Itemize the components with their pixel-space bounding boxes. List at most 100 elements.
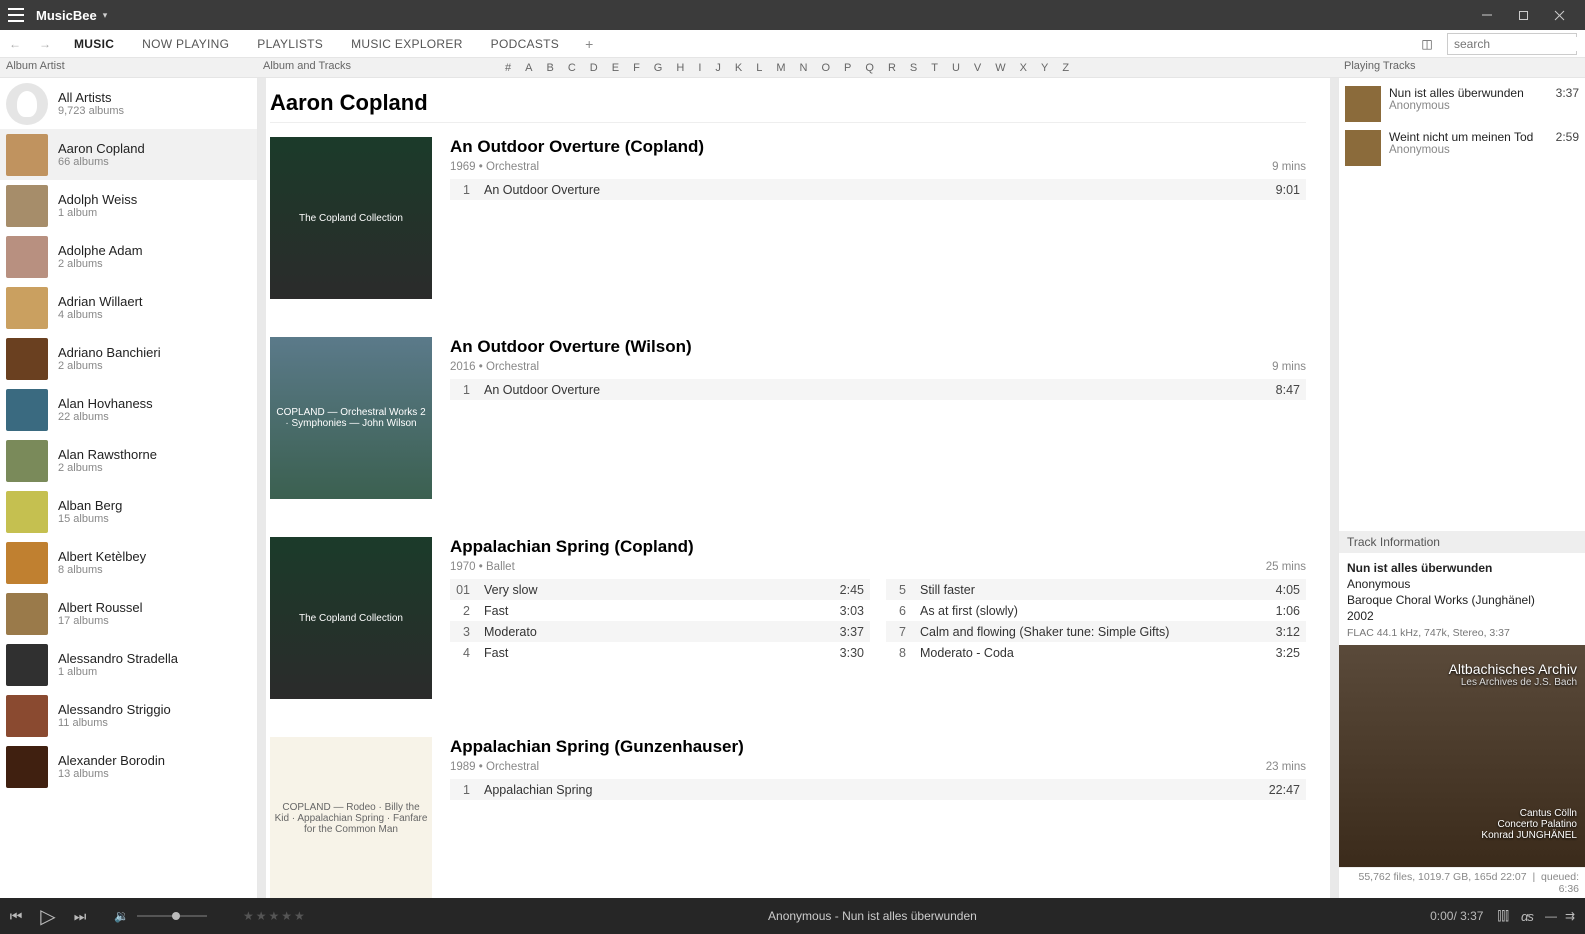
artist-row[interactable]: Adolphe Adam2 albums — [0, 231, 257, 282]
col-header-album-artist[interactable]: Album Artist — [0, 58, 257, 77]
alpha-jump[interactable]: E — [612, 62, 619, 74]
alpha-jump[interactable]: P — [844, 62, 851, 74]
album-title[interactable]: An Outdoor Overture (Wilson) — [450, 337, 1306, 357]
artist-row[interactable]: Albert Roussel17 albums — [0, 588, 257, 639]
playing-track-row[interactable]: Weint nicht um meinen TodAnonymous2:59 — [1345, 126, 1579, 170]
track-row[interactable]: 3Moderato3:37 — [450, 621, 870, 642]
col-header-playing-tracks[interactable]: Playing Tracks — [1338, 58, 1585, 77]
artist-row[interactable]: All Artists9,723 albums — [0, 78, 257, 129]
track-row[interactable]: 1An Outdoor Overture8:47 — [450, 379, 1306, 400]
alpha-jump[interactable]: T — [931, 62, 938, 74]
album-artwork[interactable]: The Copland Collection — [270, 137, 432, 299]
add-tab-button[interactable]: + — [573, 36, 605, 52]
track-row[interactable]: 01Very slow2:45 — [450, 579, 870, 600]
alpha-jump[interactable]: V — [974, 62, 981, 74]
volume-slider[interactable] — [137, 915, 207, 917]
track-name: Still faster — [920, 583, 1262, 597]
track-row[interactable]: 7Calm and flowing (Shaker tune: Simple G… — [886, 621, 1306, 642]
alpha-jump[interactable]: X — [1020, 62, 1027, 74]
alpha-jump[interactable]: F — [633, 62, 640, 74]
track-row[interactable]: 4Fast3:30 — [450, 642, 870, 663]
track-row[interactable]: 1An Outdoor Overture9:01 — [450, 179, 1306, 200]
alpha-jump[interactable]: W — [995, 62, 1005, 74]
pane-splitter-left[interactable] — [258, 78, 266, 898]
artist-row[interactable]: Alban Berg15 albums — [0, 486, 257, 537]
alpha-jump[interactable]: J — [715, 62, 721, 74]
alpha-jump[interactable]: A — [525, 62, 532, 74]
nav-forward-icon[interactable]: → — [30, 37, 60, 51]
artist-row[interactable]: Adrian Willaert4 albums — [0, 282, 257, 333]
title-dropdown-icon[interactable]: ▾ — [103, 10, 108, 21]
alpha-jump[interactable]: # — [505, 62, 511, 74]
alpha-jump[interactable]: S — [910, 62, 917, 74]
alpha-jump[interactable]: Y — [1041, 62, 1048, 74]
album-artwork[interactable]: The Copland Collection — [270, 537, 432, 699]
nav-tab-music[interactable]: MUSIC — [60, 30, 128, 57]
alpha-jump[interactable]: K — [735, 62, 742, 74]
search-box[interactable]: ⌕ — [1447, 33, 1577, 55]
now-playing-artwork[interactable]: Altbachisches Archiv Les Archives de J.S… — [1339, 645, 1585, 867]
artist-row[interactable]: Adolph Weiss1 album — [0, 180, 257, 231]
artist-row[interactable]: Alessandro Stradella1 album — [0, 639, 257, 690]
artist-row[interactable]: Alexander Borodin13 albums — [0, 741, 257, 792]
alpha-jump[interactable]: O — [821, 62, 830, 74]
play-button[interactable]: ▷ — [32, 904, 64, 929]
alpha-jump[interactable]: C — [568, 62, 576, 74]
nav-tab-playlists[interactable]: PLAYLISTS — [243, 30, 337, 57]
playing-track-row[interactable]: Nun ist alles überwundenAnonymous3:37 — [1345, 82, 1579, 126]
artist-sidebar[interactable]: All Artists9,723 albumsAaron Copland66 a… — [0, 78, 257, 898]
pane-splitter-right[interactable] — [1330, 78, 1338, 898]
artist-row[interactable]: Albert Ketèlbey8 albums — [0, 537, 257, 588]
alpha-jump[interactable]: G — [654, 62, 663, 74]
alpha-jump[interactable]: L — [756, 62, 762, 74]
alpha-jump[interactable]: H — [676, 62, 684, 74]
nav-back-icon[interactable]: ← — [0, 37, 30, 51]
layout-icon[interactable]: ◫ — [1413, 37, 1441, 51]
artist-row[interactable]: Alan Hovhaness22 albums — [0, 384, 257, 435]
track-row[interactable]: 2Fast3:03 — [450, 600, 870, 621]
track-row[interactable]: 1Appalachian Spring22:47 — [450, 779, 1306, 800]
nav-tab-now-playing[interactable]: NOW PLAYING — [128, 30, 243, 57]
lastfm-icon[interactable]: αs — [1521, 909, 1533, 924]
alpha-jump[interactable]: D — [590, 62, 598, 74]
nav-tab-music-explorer[interactable]: MUSIC EXPLORER — [337, 30, 477, 57]
volume-icon[interactable]: 🔉 — [114, 909, 129, 923]
col-header-album-tracks[interactable]: Album and Tracks — [257, 58, 487, 77]
track-number: 1 — [450, 383, 484, 397]
album-title[interactable]: Appalachian Spring (Copland) — [450, 537, 1306, 557]
alpha-jump[interactable]: M — [776, 62, 785, 74]
artist-row[interactable]: Adriano Banchieri2 albums — [0, 333, 257, 384]
repeat-icon[interactable]: — — [1545, 909, 1557, 923]
prev-track-button[interactable]: ⏮ — [0, 908, 32, 925]
album-title[interactable]: An Outdoor Overture (Copland) — [450, 137, 1306, 157]
equalizer-icon[interactable]: ⫿⫿⫿ — [1497, 909, 1509, 924]
shuffle-icon[interactable]: ⇉ — [1565, 909, 1575, 923]
alpha-jump[interactable]: I — [698, 62, 701, 74]
alpha-jump[interactable]: U — [952, 62, 960, 74]
album-artwork[interactable]: COPLAND — Orchestral Works 2 · Symphonie… — [270, 337, 432, 499]
alpha-jump[interactable]: R — [888, 62, 896, 74]
minimize-button[interactable] — [1469, 0, 1505, 30]
artist-row[interactable]: Aaron Copland66 albums — [0, 129, 257, 180]
hamburger-icon[interactable] — [8, 8, 24, 22]
close-button[interactable] — [1541, 0, 1577, 30]
album-year-genre: 1969 • Orchestral — [450, 161, 539, 173]
maximize-button[interactable] — [1505, 0, 1541, 30]
track-row[interactable]: 5Still faster4:05 — [886, 579, 1306, 600]
rating-stars[interactable]: ★★★★★ — [243, 909, 307, 923]
next-track-button[interactable]: ⏭ — [64, 908, 96, 925]
track-row[interactable]: 8Moderato - Coda3:25 — [886, 642, 1306, 663]
artist-row[interactable]: Alessandro Striggio11 albums — [0, 690, 257, 741]
volume-control[interactable]: 🔉 — [114, 909, 207, 923]
alpha-jump[interactable]: N — [800, 62, 808, 74]
artist-row[interactable]: Alan Rawsthorne2 albums — [0, 435, 257, 486]
track-row[interactable]: 6As at first (slowly)1:06 — [886, 600, 1306, 621]
album-title[interactable]: Appalachian Spring (Gunzenhauser) — [450, 737, 1306, 757]
nav-tab-podcasts[interactable]: PODCASTS — [477, 30, 573, 57]
alpha-jump[interactable]: B — [546, 62, 553, 74]
alpha-jump[interactable]: Z — [1062, 62, 1069, 74]
album-artwork[interactable]: COPLAND — Rodeo · Billy the Kid · Appala… — [270, 737, 432, 898]
alpha-jump[interactable]: Q — [865, 62, 874, 74]
playing-tracks-list[interactable]: Nun ist alles überwundenAnonymous3:37Wei… — [1339, 78, 1585, 174]
search-input[interactable] — [1448, 37, 1585, 51]
